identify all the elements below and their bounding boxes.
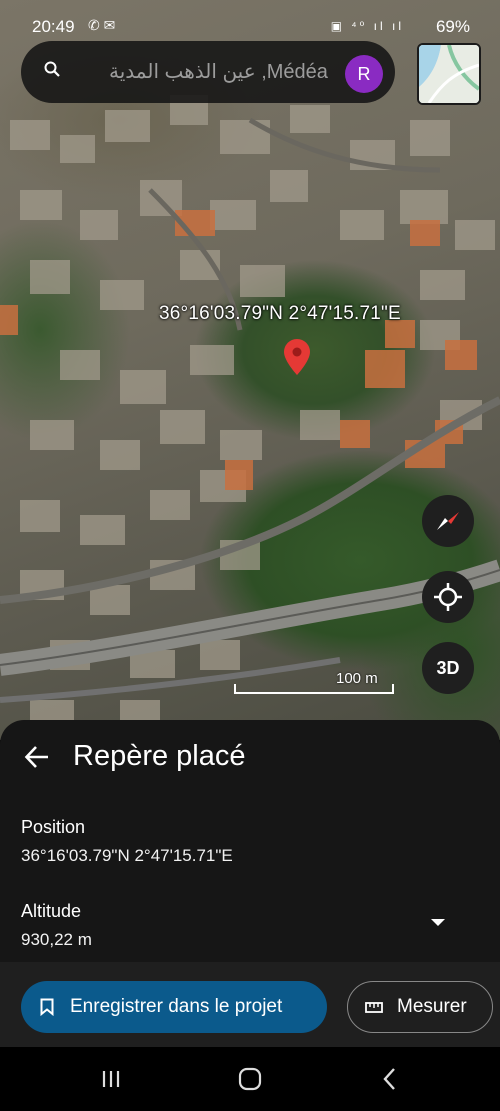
scale-bar (234, 692, 394, 694)
scale-tick-right (392, 684, 394, 694)
scale-label: 100 m (336, 670, 378, 687)
signal-icons: ▣ ⁴⁰ ıl ıl (330, 19, 404, 33)
status-time: 20:49 (32, 17, 75, 36)
battery-level: 69% (435, 17, 470, 36)
view-3d-button[interactable]: 3D (422, 642, 474, 694)
measure-label: Mesurer (397, 996, 467, 1017)
bookmark-icon (40, 998, 54, 1016)
expand-dropdown-icon[interactable] (431, 919, 445, 926)
minimap-thumbnail-icon (419, 45, 479, 103)
altitude-label: Altitude (21, 901, 82, 921)
my-location-button[interactable] (422, 571, 474, 623)
map-imagery (0, 95, 500, 730)
satellite-map[interactable] (0, 0, 500, 740)
position-value: 36°16'03.79"N 2°47'15.71"E (21, 846, 233, 865)
action-bar: Enregistrer dans le projet Mesurer (0, 962, 500, 1047)
save-to-project-label: Enregistrer dans le projet (70, 996, 283, 1017)
back-nav-icon[interactable] (375, 1065, 405, 1093)
position-label: Position (21, 817, 86, 837)
back-arrow-icon[interactable] (24, 744, 50, 770)
ruler-icon (365, 1002, 383, 1013)
map-scale: 100 m (234, 670, 394, 696)
search-query[interactable]: عين الذهب المدية ,Médéa (109, 59, 328, 84)
measure-button[interactable]: Mesurer (347, 981, 493, 1033)
view-3d-label: 3D (436, 657, 460, 678)
compass-button[interactable] (422, 495, 474, 547)
map-coordinate-label: 36°16'03.79"N 2°47'15.71"E (159, 303, 401, 324)
home-icon[interactable] (235, 1065, 265, 1093)
placemark-sheet: Repère placé Position 36°16'03.79"N 2°47… (0, 720, 500, 1047)
altitude-value: 930,22 m (21, 930, 92, 949)
location-pin-icon[interactable] (284, 339, 310, 375)
save-to-project-button[interactable]: Enregistrer dans le projet (21, 981, 327, 1033)
scale-tick-left (234, 684, 236, 694)
search-icon (44, 61, 60, 77)
map-layers-button[interactable] (417, 43, 481, 105)
sheet-title: Repère placé (73, 740, 246, 772)
crosshair-icon (434, 583, 462, 611)
status-bar: 20:49 ✆ ✉ ▣ ⁴⁰ ıl ıl 69% (0, 0, 500, 40)
compass-icon (437, 512, 459, 530)
system-navigation-bar (0, 1047, 500, 1111)
search-bar[interactable]: عين الذهب المدية ,Médéa R (21, 41, 395, 103)
recent-apps-icon[interactable] (97, 1065, 127, 1093)
avatar[interactable]: R (345, 55, 383, 93)
notification-icons: ✆ ✉ (88, 17, 116, 33)
